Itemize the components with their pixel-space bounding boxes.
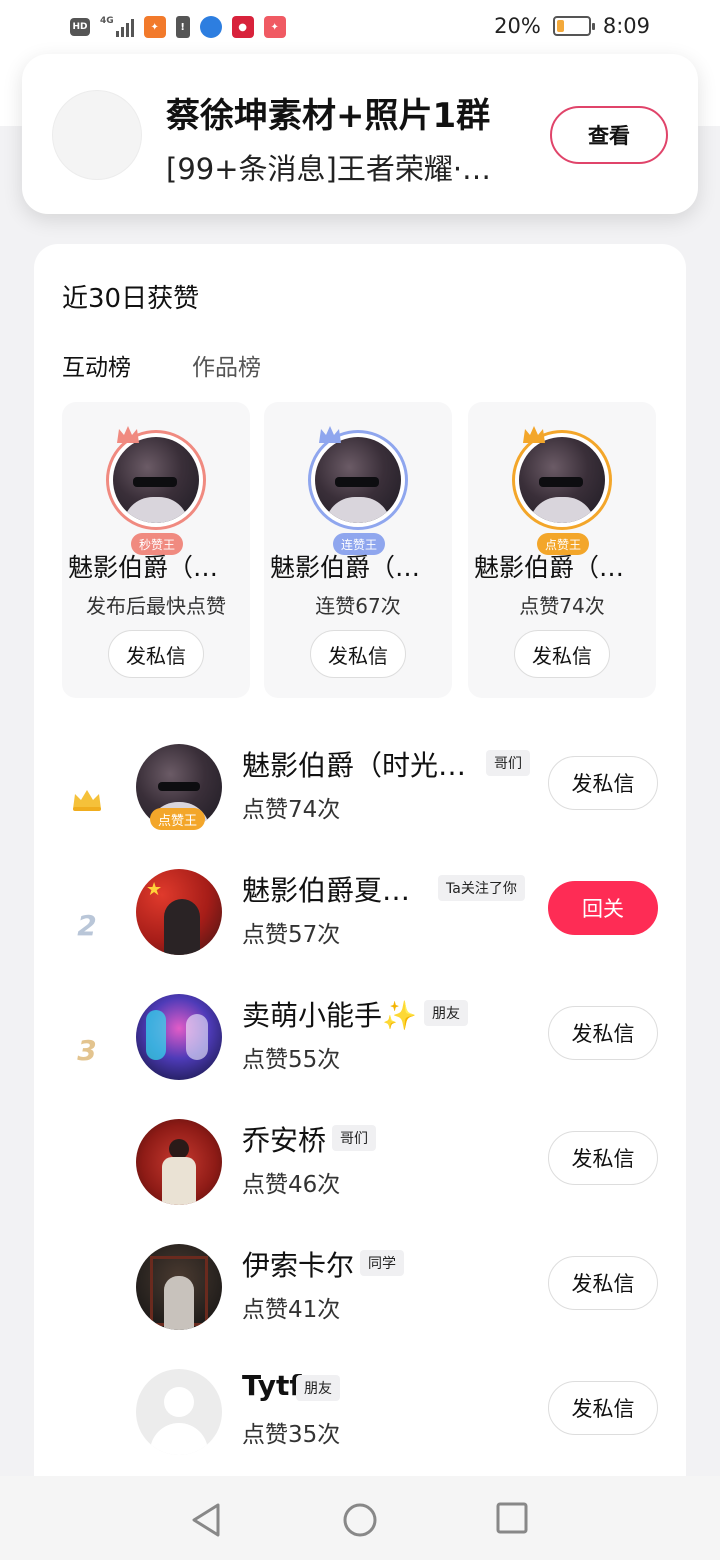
rank-number: 2	[77, 908, 97, 942]
user-name: 魅影伯爵（时光…	[242, 749, 467, 782]
list-item[interactable]: 乔安桥 哥们 点赞46次 发私信	[34, 1119, 686, 1229]
hd-icon: HD	[70, 18, 90, 36]
user-name: 乔安桥	[242, 1124, 327, 1157]
like-stat: 点赞41次	[242, 1297, 341, 1323]
network-label: 4G	[100, 16, 114, 26]
warning-icon: !	[175, 16, 190, 38]
like-stat: 点赞74次	[519, 594, 605, 618]
avatar: 秒赞王	[106, 426, 206, 555]
status-bar: HD 4G ✦ ! ● ✦ 20% 8:09	[0, 0, 720, 56]
rank-number	[62, 1405, 112, 1445]
user-name: Tytf	[242, 1369, 302, 1402]
clock: 8:09	[602, 14, 650, 38]
4g-signal-icon: 4G	[100, 17, 134, 37]
user-name: 卖萌小能手✨	[242, 999, 417, 1032]
follow-back-button[interactable]: 回关	[548, 881, 658, 935]
list-item[interactable]: 3 卖萌小能手✨ 朋友 点赞55次 发私信	[34, 994, 686, 1104]
like-stat: 发布后最快点赞	[86, 594, 226, 618]
browser-icon	[199, 16, 222, 38]
relation-tag: 朋友	[424, 1000, 468, 1026]
status-icons: HD 4G ✦ ! ● ✦	[70, 16, 286, 38]
rank-number: 3	[77, 1033, 97, 1067]
message-button[interactable]: 发私信	[548, 1006, 658, 1060]
status-right: 20% 8:09	[494, 14, 650, 38]
list-item[interactable]: 点赞王 魅影伯爵（时光… 哥们 点赞74次 发私信	[34, 744, 686, 854]
message-button[interactable]: 发私信	[548, 1131, 658, 1185]
like-stat: 连赞67次	[315, 594, 401, 618]
message-button[interactable]: 发私信	[548, 756, 658, 810]
system-nav-bar	[0, 1476, 720, 1560]
battery-percent: 20%	[494, 14, 541, 38]
list-item[interactable]: 2 ★ 魅影伯爵夏… Ta关注了你 点赞57次 回关	[34, 869, 686, 979]
message-button[interactable]: 发私信	[108, 630, 204, 678]
user-name: 魅影伯爵（…	[270, 553, 421, 582]
app-icon: ✦	[263, 16, 286, 38]
notification-title: 蔡徐坤素材+照片1群	[166, 96, 491, 136]
tab-works-rank[interactable]: 作品榜	[192, 348, 261, 382]
like-stat: 点赞46次	[242, 1172, 341, 1198]
app-icon: ✦	[143, 16, 166, 38]
recents-icon[interactable]	[496, 1502, 528, 1534]
crown-icon	[319, 426, 341, 443]
relation-tag: 哥们	[332, 1125, 376, 1151]
message-button[interactable]: 发私信	[514, 630, 610, 678]
crown-icon	[117, 426, 139, 443]
like-stat: 点赞57次	[242, 922, 341, 948]
back-icon[interactable]	[190, 1502, 222, 1538]
avatar[interactable]	[136, 1244, 222, 1330]
message-button[interactable]: 发私信	[310, 630, 406, 678]
avatar: 点赞王	[512, 426, 612, 555]
group-notification[interactable]: 蔡徐坤素材+照片1群 [99+条消息]王者荣耀·… 查看	[22, 54, 698, 214]
avatar[interactable]: ★	[136, 869, 222, 955]
group-avatar	[52, 90, 142, 180]
relation-tag: 哥们	[486, 750, 530, 776]
avatar: 连赞王	[308, 426, 408, 555]
rank-crown-icon	[62, 780, 112, 820]
relation-tag: Ta关注了你	[438, 875, 525, 901]
tab-interaction-rank[interactable]: 互动榜	[62, 348, 131, 382]
list-item[interactable]: Tytf 朋友 点赞35次 发私信	[34, 1369, 686, 1479]
like-stat: 点赞35次	[242, 1422, 341, 1448]
rank-number	[62, 1280, 112, 1320]
avatar[interactable]	[136, 1119, 222, 1205]
user-name: 魅影伯爵夏…	[242, 874, 411, 907]
likes-card: 近30日获赞 互动榜 作品榜 秒赞王 魅影伯爵（… 发布后最快点赞 发私信 连赞…	[34, 244, 686, 1560]
home-icon[interactable]	[342, 1502, 378, 1538]
user-name: 魅影伯爵（…	[474, 553, 625, 582]
badge: 点赞王	[150, 808, 206, 830]
top-card-streak[interactable]: 连赞王 魅影伯爵（… 连赞67次 发私信	[264, 402, 452, 698]
section-title: 近30日获赞	[62, 284, 200, 314]
user-name: 伊索卡尔	[242, 1249, 355, 1282]
top-card-fastest[interactable]: 秒赞王 魅影伯爵（… 发布后最快点赞 发私信	[62, 402, 250, 698]
relation-tag: 朋友	[296, 1375, 340, 1401]
message-button[interactable]: 发私信	[548, 1381, 658, 1435]
camera-app-icon: ●	[231, 16, 254, 38]
message-button[interactable]: 发私信	[548, 1256, 658, 1310]
like-stat: 点赞74次	[242, 797, 341, 823]
rank-number	[62, 1155, 112, 1195]
default-avatar-icon[interactable]	[136, 1369, 222, 1455]
like-stat: 点赞55次	[242, 1047, 341, 1073]
user-name: 魅影伯爵（…	[68, 553, 219, 582]
top-card-most[interactable]: 点赞王 魅影伯爵（… 点赞74次 发私信	[468, 402, 656, 698]
avatar[interactable]	[136, 994, 222, 1080]
list-item[interactable]: 伊索卡尔 同学 点赞41次 发私信	[34, 1244, 686, 1354]
battery-icon	[552, 16, 595, 36]
crown-icon	[523, 426, 545, 443]
notification-message: [99+条消息]王者荣耀·…	[166, 152, 492, 186]
relation-tag: 同学	[360, 1250, 404, 1276]
view-button[interactable]: 查看	[550, 106, 668, 164]
